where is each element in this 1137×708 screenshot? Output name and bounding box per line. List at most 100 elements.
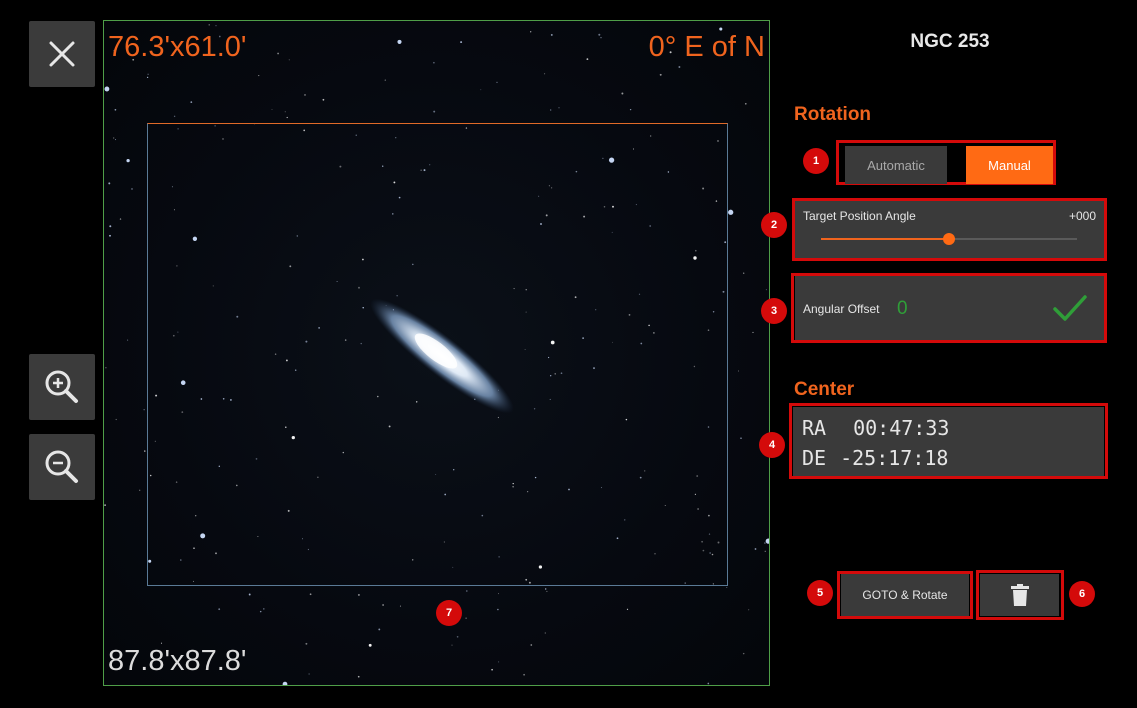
star bbox=[546, 590, 548, 592]
star bbox=[600, 37, 602, 39]
sky-image-viewer[interactable]: 76.3'x61.0' 0° E of N 87.8'x87.8' bbox=[103, 20, 770, 686]
star bbox=[215, 25, 217, 27]
star bbox=[399, 605, 401, 607]
marker-7: 7 bbox=[436, 600, 462, 626]
star bbox=[764, 550, 766, 552]
marker-1: 1 bbox=[803, 148, 829, 174]
position-angle-label: 0° E of N bbox=[648, 31, 765, 63]
star bbox=[173, 115, 176, 118]
close-button[interactable] bbox=[29, 21, 95, 87]
star bbox=[558, 107, 560, 109]
star bbox=[113, 137, 115, 139]
fov-bottom-label: 87.8'x87.8' bbox=[108, 645, 247, 677]
star bbox=[496, 81, 498, 84]
star bbox=[284, 111, 286, 113]
star bbox=[114, 139, 117, 141]
star bbox=[491, 668, 493, 671]
star bbox=[433, 61, 435, 64]
zoom-in-button[interactable] bbox=[29, 354, 95, 420]
star bbox=[286, 116, 288, 119]
star bbox=[127, 339, 129, 341]
star bbox=[545, 588, 547, 590]
star bbox=[190, 101, 193, 103]
marker-3: 3 bbox=[761, 298, 787, 324]
star bbox=[309, 593, 312, 596]
target-angle-highlight bbox=[792, 198, 1107, 261]
star bbox=[109, 225, 112, 228]
star bbox=[322, 98, 325, 101]
star bbox=[119, 218, 122, 220]
star bbox=[629, 108, 632, 111]
goto-highlight bbox=[837, 571, 973, 619]
marker-6: 6 bbox=[1069, 581, 1095, 607]
star bbox=[678, 66, 681, 68]
star bbox=[765, 289, 767, 291]
star bbox=[105, 367, 107, 369]
marker-2: 2 bbox=[761, 212, 787, 238]
close-icon bbox=[49, 41, 75, 67]
star bbox=[530, 644, 533, 646]
mode-manual-button[interactable]: Manual bbox=[966, 146, 1053, 184]
star bbox=[498, 661, 500, 663]
star bbox=[740, 437, 742, 439]
zoom-out-button[interactable] bbox=[29, 434, 95, 500]
star bbox=[754, 548, 757, 550]
star bbox=[357, 675, 360, 678]
star bbox=[544, 73, 546, 75]
star bbox=[460, 41, 463, 44]
star bbox=[147, 73, 149, 75]
star bbox=[433, 110, 436, 113]
star bbox=[288, 59, 290, 61]
star bbox=[115, 418, 117, 421]
star bbox=[586, 58, 589, 61]
star bbox=[465, 590, 468, 592]
star bbox=[737, 370, 740, 372]
star bbox=[160, 642, 163, 644]
star bbox=[598, 33, 601, 36]
star bbox=[743, 272, 745, 274]
star bbox=[139, 489, 141, 491]
star bbox=[368, 643, 372, 647]
star bbox=[748, 609, 750, 611]
star bbox=[530, 31, 532, 33]
star bbox=[305, 642, 308, 645]
marker-5: 5 bbox=[807, 580, 833, 606]
star bbox=[497, 608, 499, 611]
star bbox=[143, 409, 145, 411]
zoom-in-icon bbox=[45, 370, 78, 403]
star bbox=[248, 593, 251, 596]
zoom-out-icon bbox=[45, 450, 78, 483]
star bbox=[765, 538, 769, 544]
sensor-frame bbox=[147, 123, 728, 586]
star bbox=[451, 644, 453, 646]
center-highlight bbox=[789, 403, 1108, 479]
star bbox=[282, 681, 288, 685]
star bbox=[218, 608, 221, 611]
rotation-mode-toggle[interactable]: Automatic Manual bbox=[845, 146, 1053, 184]
star bbox=[126, 158, 130, 163]
marker-4: 4 bbox=[759, 432, 785, 458]
star bbox=[498, 593, 499, 595]
star bbox=[752, 331, 754, 333]
star bbox=[523, 673, 525, 676]
mode-automatic-button[interactable]: Automatic bbox=[845, 146, 947, 184]
star bbox=[271, 109, 273, 110]
center-title: Center bbox=[794, 379, 855, 400]
star bbox=[742, 652, 745, 655]
star bbox=[308, 673, 310, 675]
star bbox=[357, 593, 360, 596]
fov-top-label: 76.3'x61.0' bbox=[108, 31, 247, 63]
star bbox=[621, 92, 624, 95]
star bbox=[659, 73, 662, 76]
star bbox=[550, 33, 553, 36]
star bbox=[480, 89, 482, 91]
star bbox=[131, 188, 133, 190]
star bbox=[626, 608, 629, 610]
delete-highlight bbox=[976, 570, 1064, 620]
angular-offset-highlight bbox=[791, 273, 1107, 343]
star bbox=[109, 234, 111, 237]
star bbox=[144, 450, 146, 452]
star bbox=[456, 635, 459, 638]
star bbox=[707, 682, 710, 685]
star bbox=[114, 108, 117, 111]
